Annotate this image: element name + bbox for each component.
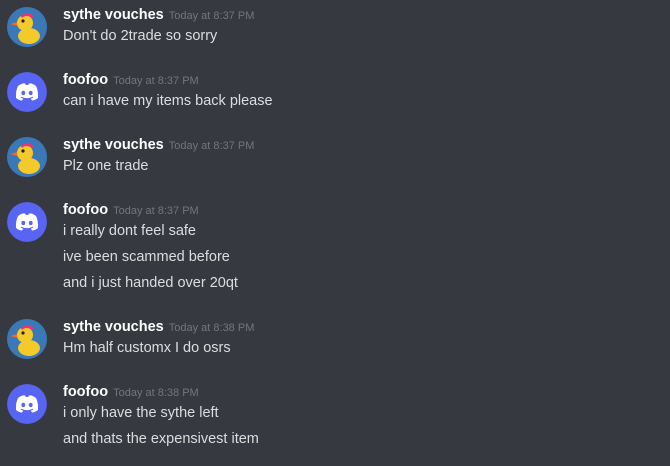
username[interactable]: sythe vouches (63, 137, 164, 153)
message-text: can i have my items back please (63, 93, 273, 109)
message-header: foofoo Today at 8:37 PM (63, 201, 199, 221)
message-text: i only have the sythe left (63, 405, 219, 421)
duck-avatar-icon[interactable] (7, 137, 47, 177)
username[interactable]: sythe vouches (63, 7, 164, 23)
timestamp: Today at 8:38 PM (113, 387, 199, 399)
timestamp: Today at 8:38 PM (168, 322, 255, 334)
discord-logo-avatar-icon[interactable] (7, 384, 47, 424)
message-text: Hm half customx I do osrs (63, 340, 231, 356)
message-header: sythe vouches Today at 8:37 PM (63, 6, 254, 26)
message-text: Don't do 2trade so sorry (63, 28, 218, 44)
message-header: foofoo Today at 8:37 PM (63, 71, 199, 91)
duck-avatar-icon[interactable] (7, 7, 47, 47)
message-header: sythe vouches Today at 8:38 PM (63, 318, 254, 338)
message-text: i really dont feel safe (63, 223, 196, 239)
message-text: and i just handed over 20qt (63, 275, 238, 291)
username[interactable]: foofoo (63, 202, 108, 218)
discord-logo-avatar-icon[interactable] (7, 72, 47, 112)
timestamp: Today at 8:37 PM (168, 10, 255, 22)
message-header: foofoo Today at 8:38 PM (63, 383, 199, 403)
username[interactable]: foofoo (63, 384, 108, 400)
message-header: sythe vouches Today at 8:37 PM (63, 136, 254, 156)
timestamp: Today at 8:37 PM (168, 140, 255, 152)
username[interactable]: sythe vouches (63, 319, 164, 335)
discord-logo-avatar-icon[interactable] (7, 202, 47, 242)
chat-messages: sythe vouches Today at 8:37 PM Don't do 2… (0, 0, 670, 466)
message-text: Plz one trade (63, 158, 149, 174)
timestamp: Today at 8:37 PM (113, 75, 199, 87)
message-text: and thats the expensivest item (63, 431, 259, 447)
timestamp: Today at 8:37 PM (113, 205, 199, 217)
message-text: ive been scammed before (63, 249, 230, 265)
duck-avatar-icon[interactable] (7, 319, 47, 359)
username[interactable]: foofoo (63, 72, 108, 88)
